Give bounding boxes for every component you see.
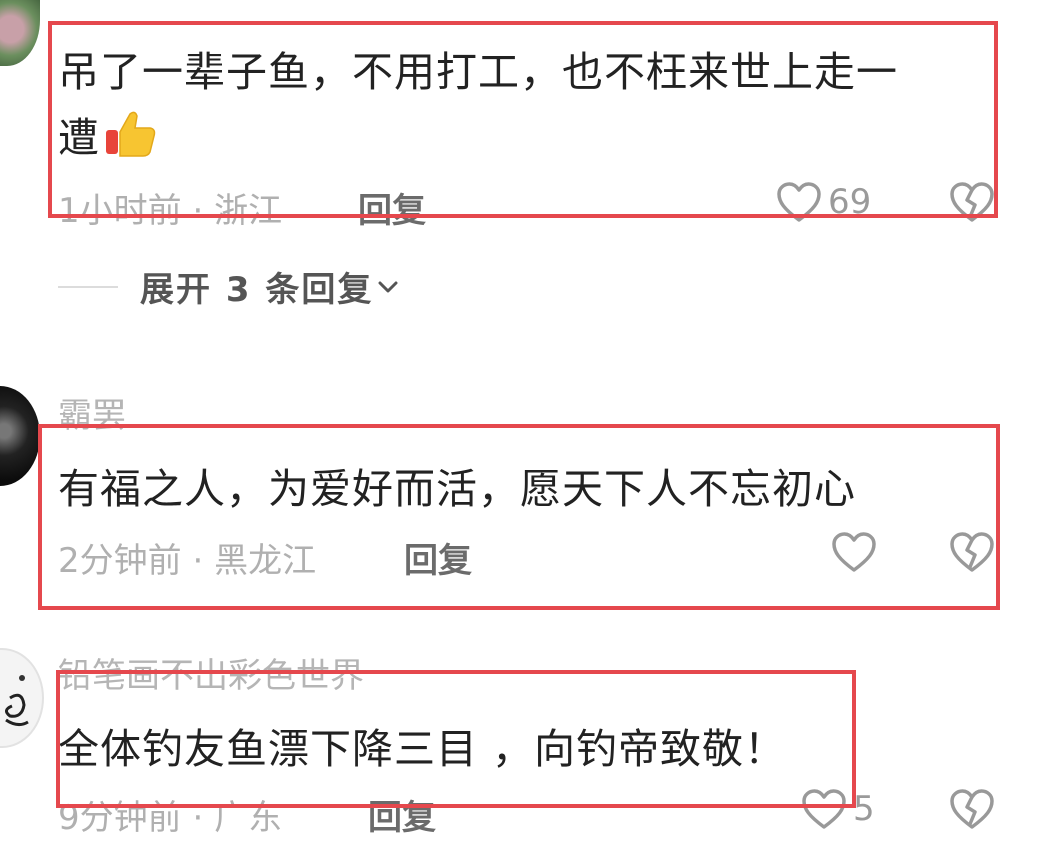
comment-meta: 2分钟前 · 黑龙江	[58, 533, 316, 582]
heart-outline-icon	[801, 788, 847, 830]
comment-meta: 9分钟前 · 广东	[58, 790, 282, 839]
comment-text: 全体钓友鱼漂下降三目 ，向钓帝致敬！	[58, 725, 787, 773]
meta-separator: ·	[181, 798, 215, 838]
thumbs-up-icon	[102, 106, 158, 162]
like-count: 69	[828, 182, 872, 222]
highlight-box	[38, 424, 1000, 610]
like-button[interactable]	[831, 531, 877, 573]
like-button[interactable]: 69	[776, 181, 871, 223]
expand-replies[interactable]: 展开 3 条回复	[58, 262, 399, 311]
avatar-drawing	[5, 675, 29, 727]
comment-time: 1小时前	[58, 191, 182, 231]
avatar[interactable]	[0, 0, 40, 66]
avatar[interactable]	[0, 386, 40, 486]
comment-meta: 1小时前 · 浙江	[58, 183, 282, 232]
expand-replies-label: 展开 3 条回复	[140, 270, 374, 310]
comment-region: 广东	[214, 798, 283, 838]
avatar[interactable]	[0, 648, 44, 748]
heart-outline-icon	[776, 181, 822, 223]
username[interactable]: ▔▔▔▔▔▔▔▔	[58, 0, 267, 18]
username[interactable]: 铅笔画不出彩色世界	[58, 648, 364, 697]
comment-region: 黑龙江	[214, 541, 317, 581]
dislike-button[interactable]	[949, 531, 995, 573]
chevron-down-icon	[377, 280, 399, 294]
divider	[58, 285, 118, 288]
comment-text: 有福之人，为爱好而活，愿天下人不忘初心	[58, 465, 856, 513]
like-count: 5	[853, 789, 875, 829]
comment-region: 浙江	[214, 191, 283, 231]
dislike-button[interactable]	[949, 181, 995, 223]
reply-button[interactable]: 回复	[358, 183, 426, 232]
reply-button[interactable]: 回复	[368, 790, 436, 839]
comment-text-line2: 遭	[58, 104, 158, 164]
username[interactable]: 霸罢	[58, 388, 126, 437]
dislike-button[interactable]	[949, 788, 995, 830]
meta-separator: ·	[181, 191, 215, 231]
comment-text: 吊了一辈子鱼，不用打工，也不枉来世上走一	[58, 48, 898, 96]
comment-time: 9分钟前	[58, 798, 182, 838]
comment-time: 2分钟前	[58, 541, 182, 581]
like-button[interactable]: 5	[801, 788, 875, 830]
reply-button[interactable]: 回复	[404, 533, 472, 582]
meta-separator: ·	[181, 541, 215, 581]
